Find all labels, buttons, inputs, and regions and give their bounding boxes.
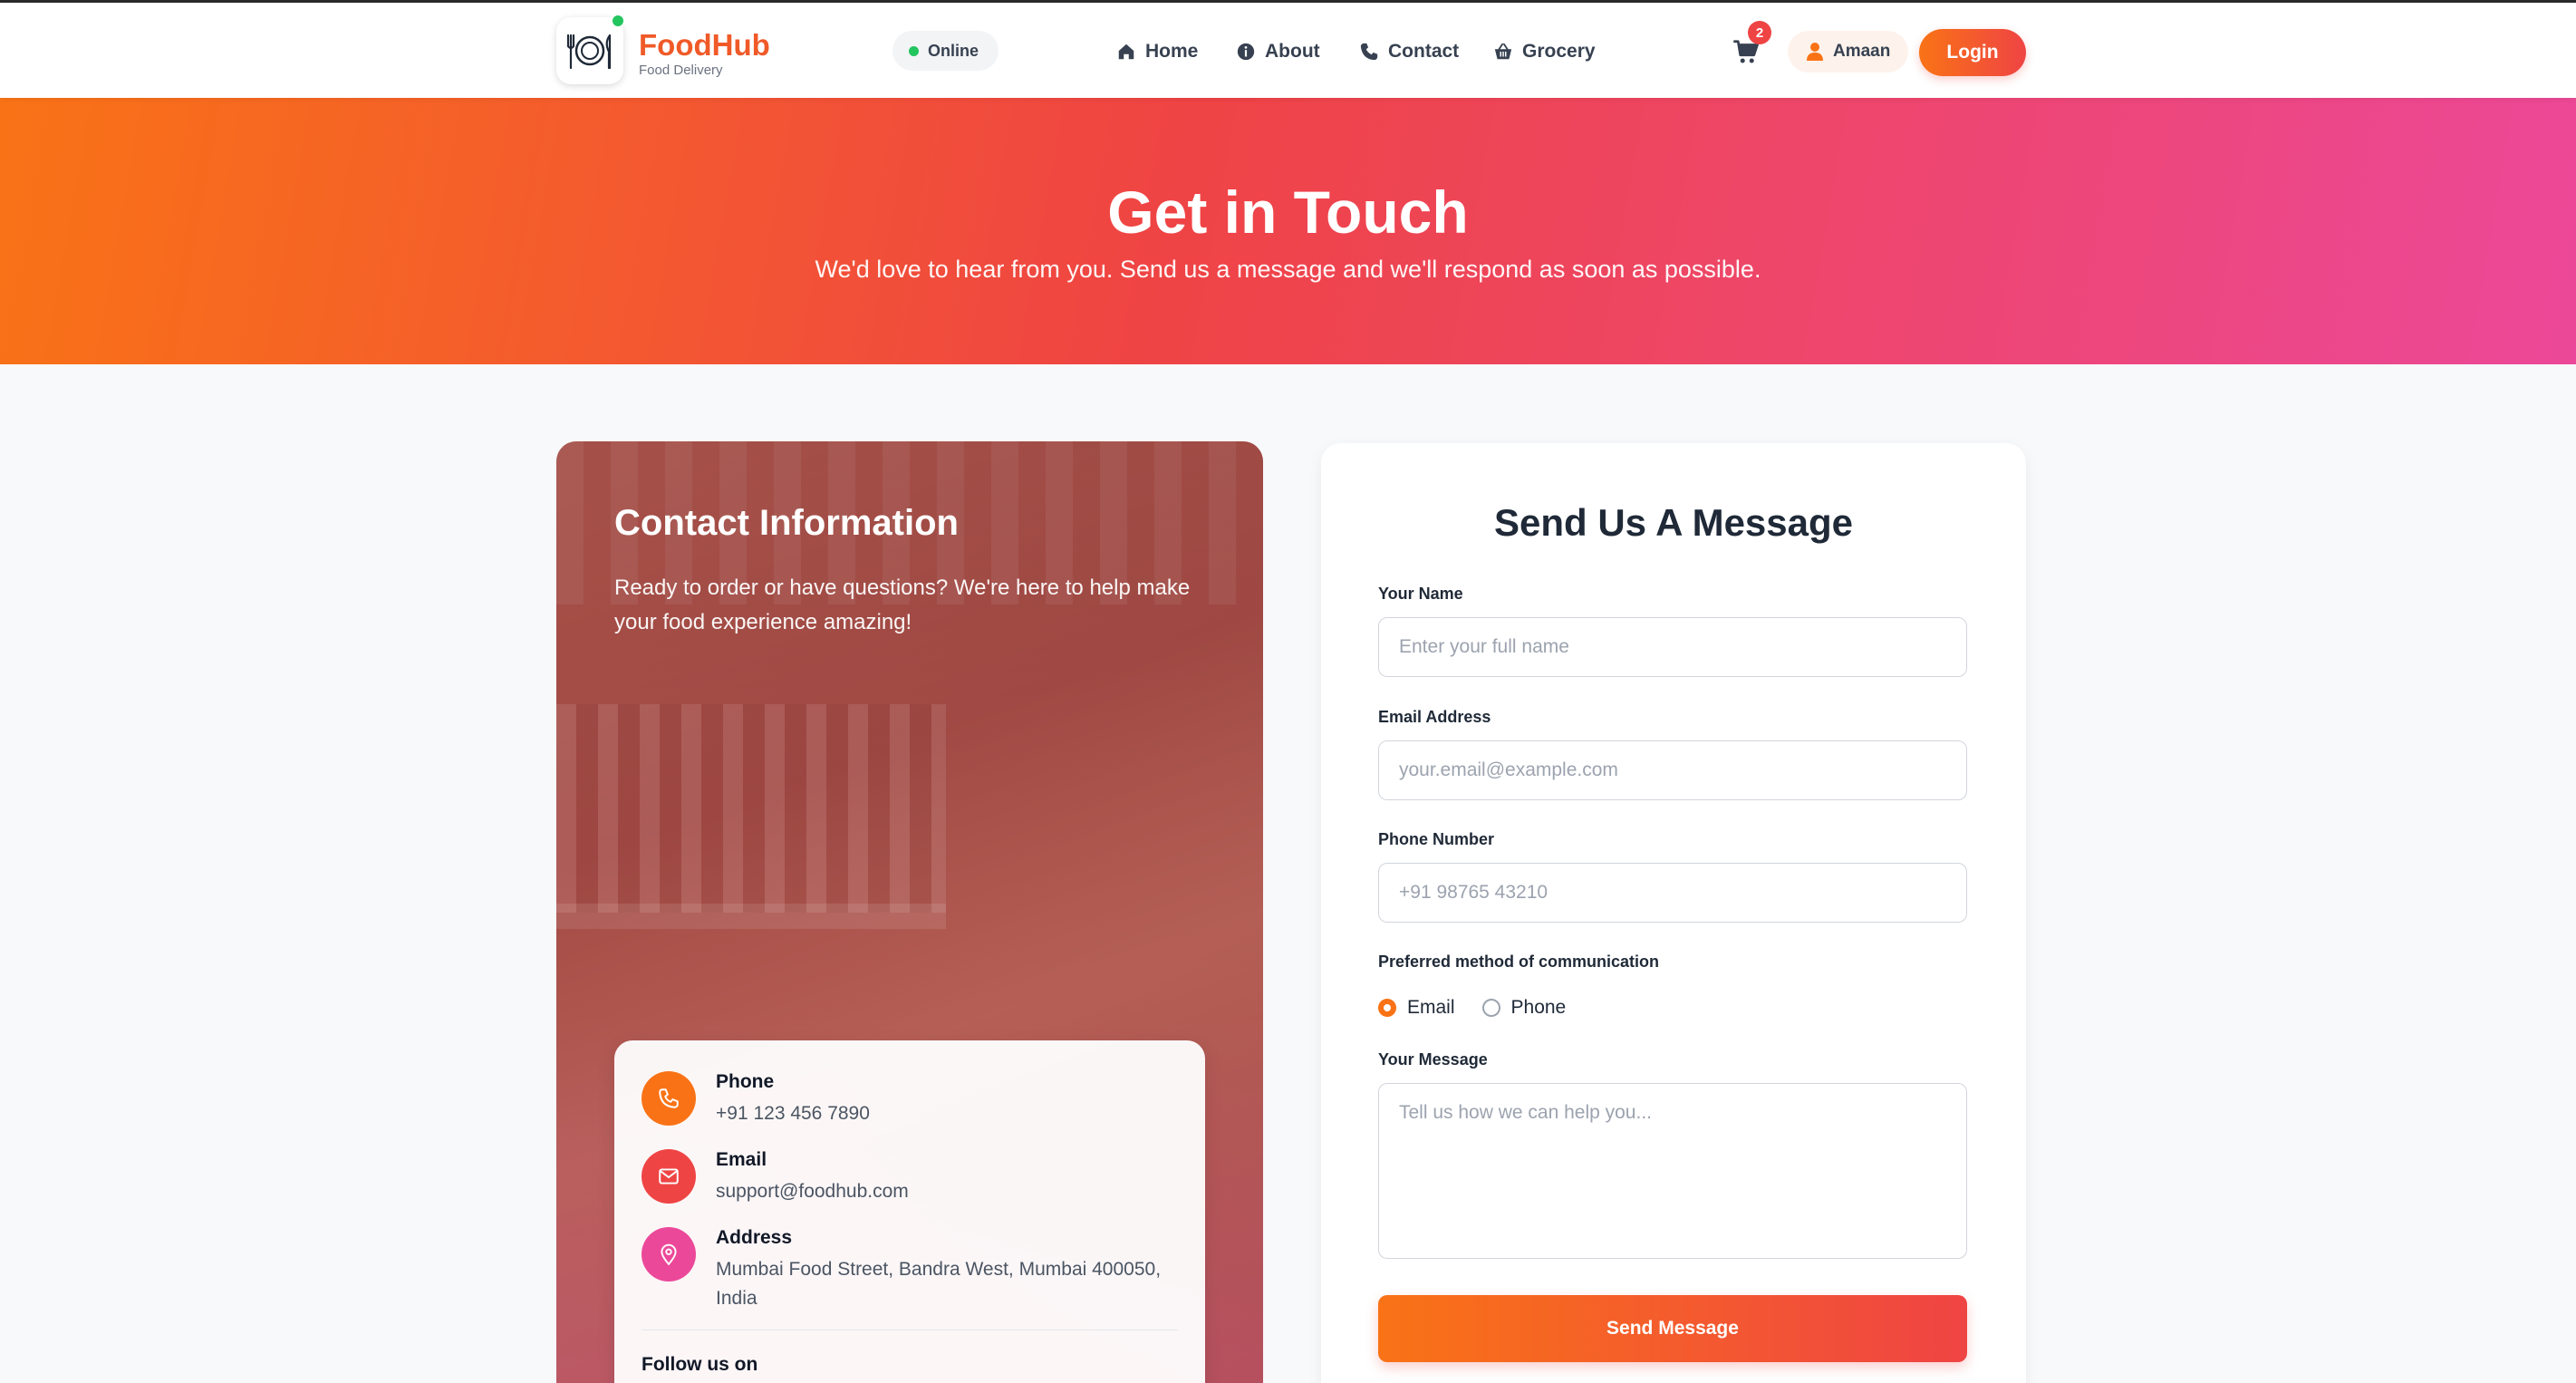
- status-dot: [909, 45, 919, 56]
- radio-email[interactable]: [1378, 999, 1396, 1017]
- home-icon: [1118, 44, 1134, 60]
- email-input[interactable]: [1378, 740, 1967, 800]
- contact-info-description: Ready to order or have questions? We're …: [614, 575, 1191, 634]
- detail-value[interactable]: +91 123 456 7890: [716, 1099, 1187, 1128]
- user-name: Amaan: [1833, 42, 1891, 61]
- contact-details-box: Phone +91 123 456 7890 Email support@foo…: [614, 1040, 1205, 1383]
- info-icon: [1237, 43, 1255, 61]
- detail-label: Phone: [716, 1071, 775, 1092]
- login-button[interactable]: Login: [1919, 29, 2026, 76]
- detail-label: Email: [716, 1149, 767, 1170]
- user-menu[interactable]: Amaan: [1788, 31, 1909, 73]
- logo-online-dot: [611, 14, 625, 28]
- mail-icon: [659, 1168, 679, 1185]
- method-option-phone[interactable]: Phone: [1481, 997, 1567, 1019]
- nav-item-label: Home: [1145, 41, 1199, 62]
- nav-item-about[interactable]: About: [1236, 34, 1320, 70]
- method-radio-group: Email Phone: [1378, 994, 1566, 1021]
- message-label: Your Message: [1378, 1050, 1488, 1069]
- nav-item-home[interactable]: Home: [1116, 34, 1198, 70]
- send-message-button[interactable]: Send Message: [1378, 1295, 1967, 1362]
- method-option-email[interactable]: Email: [1378, 997, 1455, 1019]
- nav-item-grocery[interactable]: Grocery: [1493, 34, 1596, 70]
- plate-fork-knife-icon: [566, 34, 612, 70]
- phone-label: Phone Number: [1378, 830, 1495, 848]
- user-icon: [1807, 43, 1823, 61]
- method-label: Preferred method of communication: [1378, 953, 1660, 971]
- brand-name[interactable]: FoodHub: [639, 28, 770, 63]
- page-title: Get in Touch: [1107, 179, 1469, 246]
- phone-icon-badge: [642, 1071, 696, 1126]
- form-title: Send Us A Message: [1493, 501, 1854, 544]
- follow-us-label: Follow us on: [642, 1354, 758, 1375]
- hero-banner: Get in Touch We'd love to hear from you.…: [0, 98, 2576, 364]
- contact-info-title: Contact Information: [614, 503, 959, 543]
- cart-count-badge: 2: [1748, 21, 1771, 44]
- page-subtitle: We'd love to hear from you. Send us a me…: [815, 256, 1761, 283]
- email-label: Email Address: [1378, 708, 1491, 726]
- radio-label: Email: [1407, 997, 1455, 1018]
- phone-icon: [659, 1088, 679, 1108]
- site-header: FoodHub Food Delivery Online Home About …: [0, 3, 2576, 98]
- name-input[interactable]: [1378, 617, 1967, 677]
- nav-item-label: About: [1265, 41, 1320, 62]
- background-photo-ledge: [556, 904, 946, 929]
- name-label: Your Name: [1378, 585, 1463, 603]
- basket-icon: [1494, 43, 1512, 60]
- nav-item-contact[interactable]: Contact: [1359, 34, 1459, 70]
- radio-phone[interactable]: [1481, 999, 1500, 1017]
- detail-value: Mumbai Food Street, Bandra West, Mumbai …: [716, 1259, 1162, 1309]
- detail-label: Address: [716, 1227, 793, 1248]
- nav-item-label: Contact: [1388, 41, 1460, 62]
- map-pin-icon: [661, 1243, 677, 1266]
- brand-logo[interactable]: [556, 17, 623, 84]
- detail-value[interactable]: support@foodhub.com: [716, 1177, 1187, 1206]
- background-photo-shelf: [556, 704, 946, 913]
- nav-item-label: Grocery: [1522, 41, 1596, 62]
- status-badge: Online: [892, 31, 999, 71]
- map-pin-icon-badge: [642, 1227, 696, 1281]
- phone-input[interactable]: [1378, 863, 1967, 923]
- mail-icon-badge: [642, 1149, 696, 1204]
- brand-tagline: Food Delivery: [639, 63, 723, 78]
- contact-info-card: Contact Information Ready to order or ha…: [556, 441, 1263, 1383]
- radio-label: Phone: [1510, 997, 1567, 1018]
- message-form-card: Send Us A Message Your Name Email Addres…: [1321, 443, 2026, 1383]
- phone-icon: [1360, 43, 1378, 61]
- message-textarea[interactable]: [1378, 1083, 1967, 1259]
- status-label: Online: [928, 41, 979, 60]
